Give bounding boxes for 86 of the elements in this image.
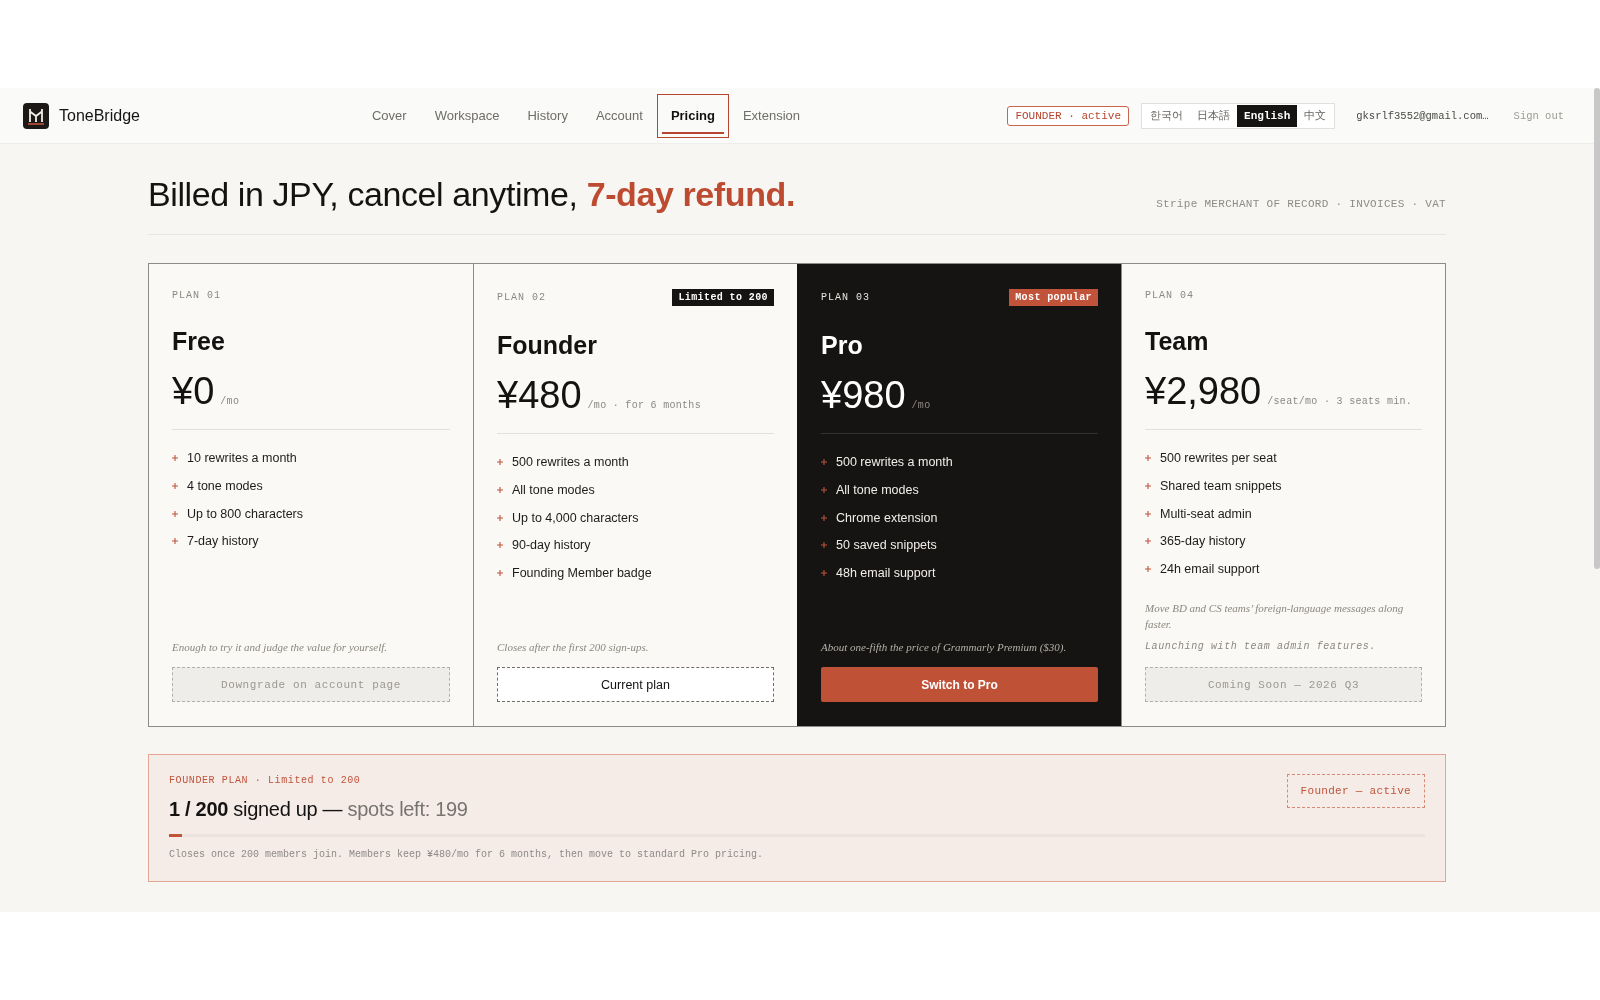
scrollbar-thumb[interactable] bbox=[1594, 88, 1600, 569]
language-option[interactable]: 한국어 bbox=[1143, 104, 1191, 127]
banner-footnote: Closes once 200 members join. Members keep ¥480/mo for 6 months, then move to standard Pro pricing. bbox=[169, 849, 765, 861]
plan-label: PLAN 04 bbox=[1145, 289, 1194, 302]
plus-icon bbox=[1145, 455, 1151, 461]
plan-label: PLAN 01 bbox=[172, 289, 221, 302]
logo-icon bbox=[23, 102, 49, 129]
feature-text: 500 rewrites a month bbox=[836, 454, 953, 470]
plan-badge: FOUNDER · active bbox=[1007, 105, 1130, 126]
plus-icon bbox=[1145, 510, 1151, 517]
plan-price: ¥480 bbox=[497, 373, 582, 417]
plan-tag: Most popular bbox=[1009, 289, 1098, 306]
brand-name: ToneBridge bbox=[59, 106, 140, 125]
plan-note: About one-fifth the price of Grammarly Premium ($30). bbox=[821, 639, 1068, 655]
plan-name: Free bbox=[172, 326, 226, 356]
plan-note: Launching with team admin features. bbox=[1145, 639, 1378, 654]
plus-icon bbox=[821, 459, 827, 465]
language-option[interactable]: English bbox=[1237, 104, 1298, 127]
plus-icon bbox=[1145, 482, 1151, 489]
plan-price: ¥0 bbox=[172, 369, 215, 413]
feature-text: 24h email support bbox=[1160, 561, 1260, 578]
plan-label: PLAN 02 bbox=[497, 291, 546, 304]
plus-icon bbox=[821, 486, 827, 493]
spots-left: spots left: 199 bbox=[347, 798, 468, 820]
plan-name: Pro bbox=[821, 330, 864, 360]
plus-icon bbox=[821, 542, 827, 549]
plus-icon bbox=[497, 570, 503, 577]
plus-icon bbox=[497, 486, 503, 493]
price-suffix: /mo bbox=[220, 396, 240, 407]
plan-note: Move BD and CS teams’ foreign-language messages along faster. bbox=[1145, 600, 1405, 632]
feature-text: Up to 800 characters bbox=[187, 505, 304, 522]
plus-icon bbox=[172, 538, 178, 545]
plan-button[interactable]: Current plan bbox=[497, 667, 774, 702]
nav-tab[interactable]: Extension bbox=[728, 93, 815, 138]
feature-text: Multi-seat admin bbox=[1160, 505, 1252, 522]
plus-icon bbox=[497, 514, 503, 521]
plan-price: ¥980 bbox=[821, 373, 906, 417]
signup-count: 1 / 200 signed up — bbox=[169, 798, 343, 820]
nav-tab[interactable]: Pricing bbox=[656, 93, 729, 138]
plan-status: Founder — active bbox=[1286, 774, 1425, 808]
plan-tag: Limited to 200 bbox=[672, 289, 774, 306]
plus-icon bbox=[821, 570, 827, 577]
feature-text: 365-day history bbox=[1160, 533, 1246, 550]
language-option[interactable]: 日本語 bbox=[1190, 104, 1238, 127]
feature-text: 7-day history bbox=[187, 533, 259, 550]
nav-tab[interactable]: History bbox=[513, 93, 582, 138]
plan-price: ¥2,980 bbox=[1145, 369, 1262, 413]
plan-note: Enough to try it and judge the value for yourself. bbox=[172, 639, 389, 655]
price-suffix: /mo · for 6 months bbox=[587, 400, 701, 411]
feature-text: 500 rewrites a month bbox=[512, 454, 629, 470]
nav-tab[interactable]: Cover bbox=[357, 93, 421, 138]
plan-name: Team bbox=[1145, 326, 1210, 356]
feature-text: 50 saved snippets bbox=[836, 537, 937, 554]
language-option[interactable]: 中文 bbox=[1297, 104, 1334, 127]
plus-icon bbox=[497, 542, 503, 549]
plan-note: Closes after the first 200 sign-ups. bbox=[497, 639, 650, 655]
nav-tab[interactable]: Account bbox=[581, 93, 657, 138]
plus-icon bbox=[497, 459, 503, 465]
page-title: Billed in JPY, cancel anytime, 7-day refund. bbox=[148, 174, 795, 214]
feature-text: Founding Member badge bbox=[512, 565, 652, 582]
banner-eyebrow: FOUNDER PLAN · Limited to 200 bbox=[169, 774, 362, 787]
feature-text: 48h email support bbox=[836, 565, 936, 582]
nav-tab[interactable]: Workspace bbox=[420, 93, 514, 138]
feature-text: 500 rewrites per seat bbox=[1160, 450, 1277, 466]
plan-name: Founder bbox=[497, 330, 598, 360]
sign-out-link[interactable]: Sign out bbox=[1513, 109, 1564, 122]
plus-icon bbox=[172, 455, 178, 461]
feature-text: All tone modes bbox=[512, 481, 595, 498]
feature-text: Chrome extension bbox=[836, 509, 938, 526]
plan-button[interactable]: Switch to Pro bbox=[821, 667, 1098, 702]
feature-text: 4 tone modes bbox=[187, 477, 263, 494]
price-suffix: /seat/mo · 3 seats min. bbox=[1267, 396, 1413, 407]
price-suffix: /mo bbox=[911, 400, 931, 411]
feature-text: All tone modes bbox=[836, 481, 919, 498]
feature-text: 10 rewrites a month bbox=[187, 450, 297, 466]
plan-label: PLAN 03 bbox=[821, 291, 870, 304]
feature-text: Up to 4,000 characters bbox=[512, 509, 639, 526]
user-email: gksrlf3552@gmail.com… bbox=[1356, 109, 1489, 122]
feature-text: Shared team snippets bbox=[1160, 477, 1282, 494]
plus-icon bbox=[172, 482, 178, 489]
plus-icon bbox=[1145, 538, 1151, 545]
feature-text: 90-day history bbox=[512, 537, 591, 554]
billing-note: Stripe MERCHANT OF RECORD · INVOICES · VAT bbox=[1156, 198, 1446, 212]
plus-icon bbox=[172, 510, 178, 517]
plus-icon bbox=[821, 514, 827, 521]
plus-icon bbox=[1145, 566, 1151, 573]
